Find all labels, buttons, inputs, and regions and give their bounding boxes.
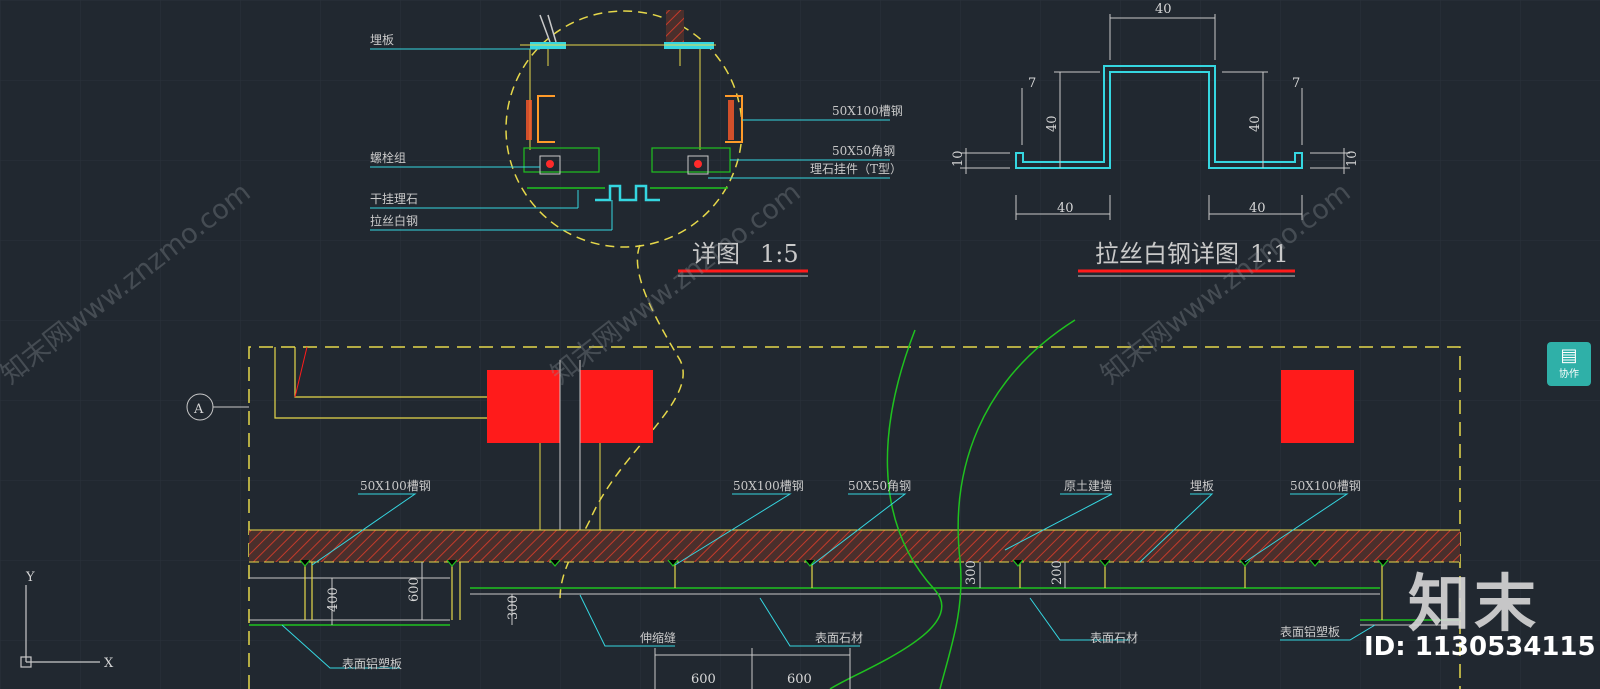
label-channel-3: 50X100槽钢 <box>1290 479 1361 493</box>
label-expansion-joint: 伸缩缝 <box>640 630 676 645</box>
collab-button-label: 协作 <box>1559 369 1579 380</box>
cad-drawing: 埋板 螺栓组 干挂理石 拉丝白钢 50X100槽钢 50X50角钢 理石挂件（T… <box>0 0 1600 689</box>
dim-bottom-1: 600 <box>691 672 716 687</box>
ucs-x-label: X <box>104 656 114 671</box>
dim-400: 400 <box>326 587 341 612</box>
label-dry-hang-marble: 干挂理石 <box>370 192 418 206</box>
dim-200: 200 <box>1050 560 1065 585</box>
dim-left-height: 40 <box>1045 115 1060 132</box>
dim-300-right: 300 <box>964 560 979 585</box>
axis-bubble-label: A <box>193 402 204 417</box>
detail-2-title-text: 拉丝白钢详图 <box>1095 240 1239 268</box>
dim-bottom-right: 40 <box>1249 201 1266 216</box>
chat-icon: ▤ <box>1560 345 1578 366</box>
ucs-y-label: Y <box>25 570 35 585</box>
image-id-label: ID: 1130534115 <box>1364 632 1596 662</box>
dim-600: 600 <box>407 577 422 602</box>
dim-top: 40 <box>1155 2 1172 17</box>
label-channel-2: 50X100槽钢 <box>733 479 804 493</box>
dim-right-side: 10 <box>1345 150 1360 167</box>
label-angle: 50X50角钢 <box>848 479 911 493</box>
brand-logo: 知末 <box>1408 567 1541 640</box>
dim-left-side: 10 <box>951 150 966 167</box>
collab-button[interactable]: ▤ 协作 <box>1547 342 1591 386</box>
label-surface-stone-1: 表面石材 <box>815 631 863 645</box>
detail-1-scale: 1:5 <box>760 240 799 268</box>
dim-right-lip: 7 <box>1292 76 1300 91</box>
label-brushed-steel: 拉丝白钢 <box>370 213 418 228</box>
label-embedded-plate-plan: 埋板 <box>1190 479 1214 493</box>
dim-left-lip: 7 <box>1028 76 1036 91</box>
label-bolt-group: 螺栓组 <box>370 150 406 165</box>
label-angle-steel: 50X50角钢 <box>832 144 895 158</box>
label-marble-hanger: 理石挂件（T型） <box>810 162 902 176</box>
label-concrete-wall: 原土建墙 <box>1064 479 1112 493</box>
label-surface-stone-2: 表面石材 <box>1090 631 1138 645</box>
label-alu-panel-left: 表面铝塑板 <box>342 656 402 671</box>
label-embedded-plate: 埋板 <box>370 33 394 47</box>
label-channel-steel: 50X100槽钢 <box>832 104 903 118</box>
label-channel-1: 50X100槽钢 <box>360 479 431 493</box>
dim-300-left: 300 <box>506 595 521 620</box>
label-alu-panel-right: 表面铝塑板 <box>1280 624 1340 639</box>
dim-bottom-left: 40 <box>1057 201 1074 216</box>
dim-right-height: 40 <box>1248 115 1263 132</box>
dim-bottom-2: 600 <box>787 672 812 687</box>
